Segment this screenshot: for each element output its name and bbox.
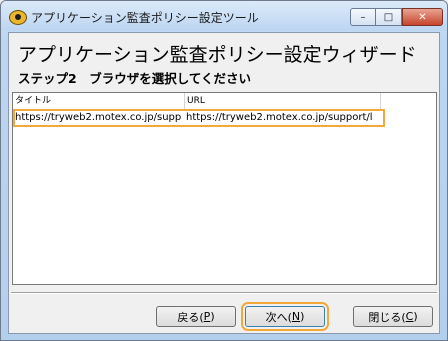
back-button-tail: ) [210, 310, 215, 323]
back-button-accesskey: P [203, 310, 211, 323]
maximize-button[interactable]: □ [376, 8, 402, 26]
list-item-url: https://tryweb2.motex.co.jp/support/l [186, 112, 373, 123]
wizard-title: アプリケーション監査ポリシー設定ウィザード [18, 44, 417, 66]
wizard-step-instruction: ステップ2 ブラウザを選択してください [18, 71, 251, 86]
list-item[interactable]: https://tryweb2.motex.co.jp/supp https:/… [13, 109, 385, 127]
app-window: アプリケーション監査ポリシー設定ツール – □ ✕ アプリケーション監査ポリシー… [0, 0, 448, 341]
next-button-label: 次へ( [265, 310, 292, 324]
minimize-icon: – [360, 11, 366, 23]
close-icon: ✕ [418, 11, 427, 23]
maximize-icon: □ [383, 11, 394, 23]
close-button-tail: ) [413, 310, 418, 323]
next-button-accesskey: N [291, 310, 301, 323]
window-title: アプリケーション監査ポリシー設定ツール [31, 11, 259, 25]
close-button[interactable]: 閉じる(C) [353, 306, 433, 327]
close-window-button[interactable]: ✕ [402, 8, 443, 26]
minimize-button[interactable]: – [350, 8, 376, 26]
title-bar[interactable]: アプリケーション監査ポリシー設定ツール – □ ✕ [1, 1, 447, 31]
wizard-client-area: アプリケーション監査ポリシー設定ウィザード ステップ2 ブラウザを選択してくださ… [8, 32, 440, 334]
app-eye-icon [9, 10, 27, 25]
close-button-accesskey: C [405, 310, 414, 323]
next-button-tail: ) [300, 310, 305, 323]
next-button[interactable]: 次へ(N) [241, 302, 329, 331]
divider [11, 292, 437, 294]
back-button[interactable]: 戻る(P) [156, 306, 236, 327]
close-button-label: 閉じる( [368, 310, 406, 324]
browser-list[interactable]: タイトル URL https://tryweb2.motex.co.jp/sup… [12, 92, 437, 285]
column-header-title[interactable]: タイトル [13, 93, 185, 109]
column-header-url[interactable]: URL [185, 93, 381, 109]
list-item-title: https://tryweb2.motex.co.jp/supp [15, 112, 182, 123]
back-button-label: 戻る( [177, 310, 204, 324]
